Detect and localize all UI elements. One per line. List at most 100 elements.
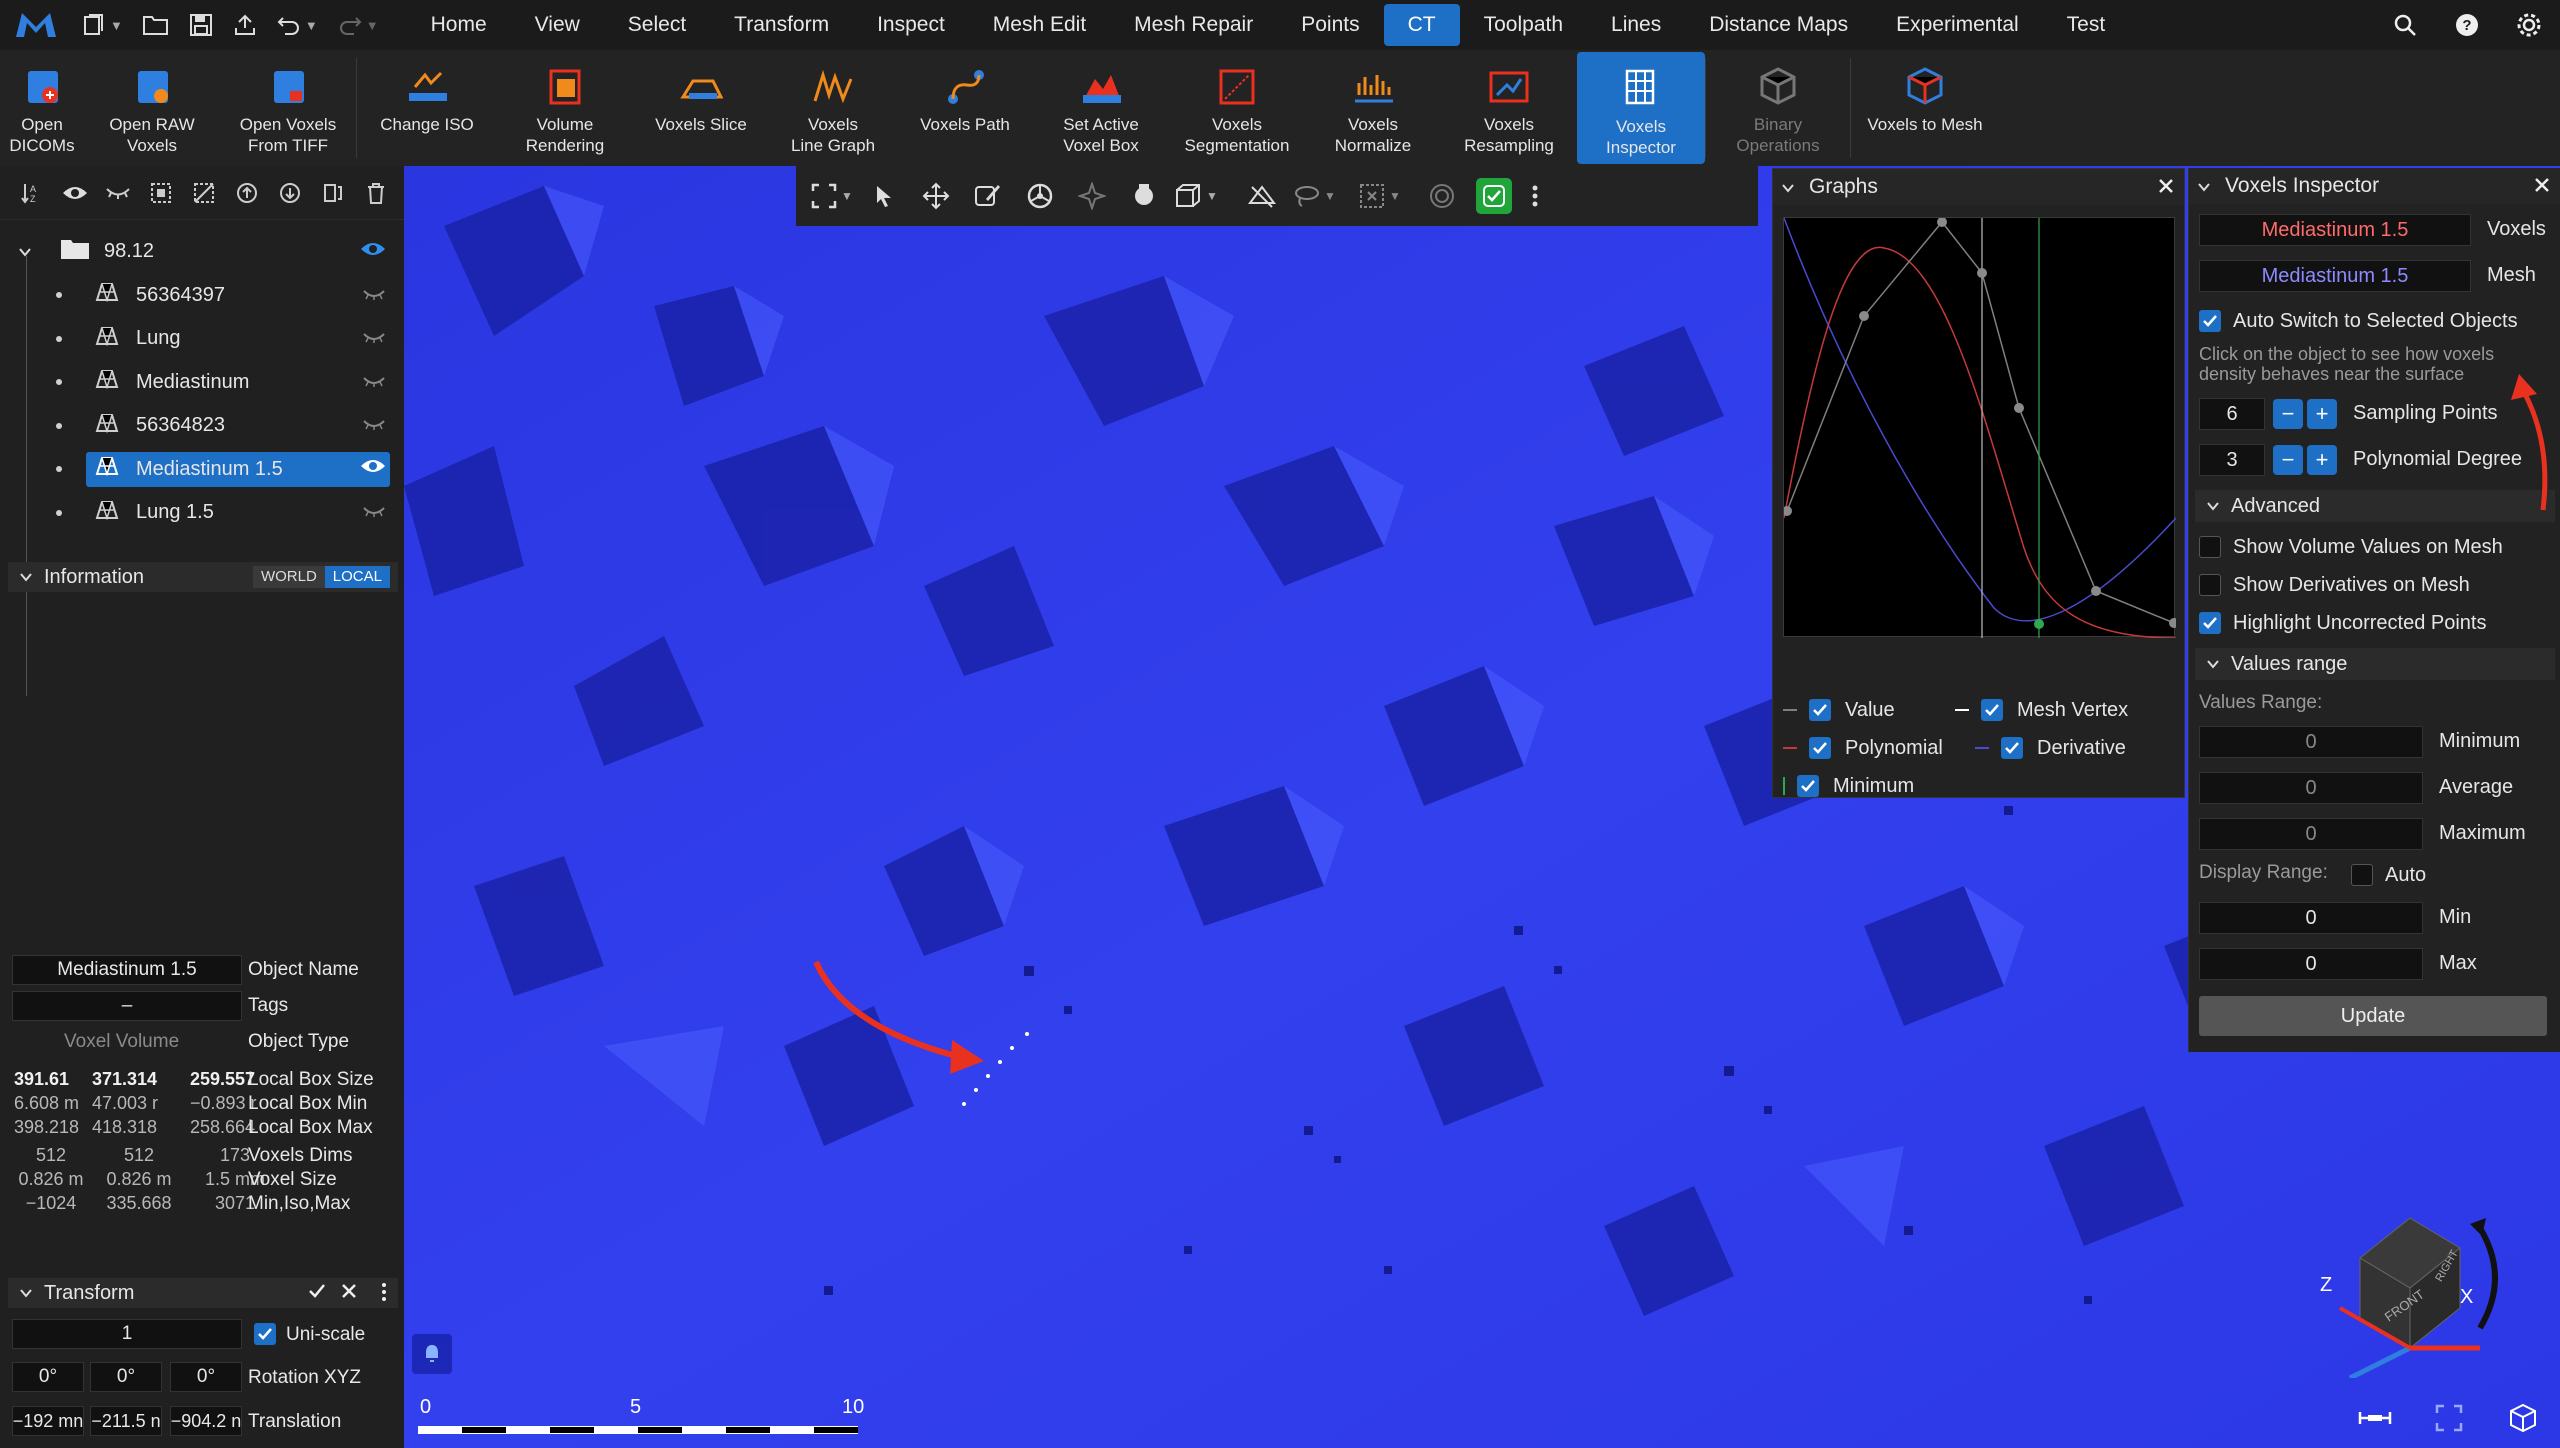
more-vertical-icon[interactable]	[380, 1282, 388, 1308]
sampling-increment-button[interactable]: +	[2307, 399, 2337, 429]
hidden-eye-icon[interactable]	[362, 371, 386, 394]
sampling-decrement-button[interactable]: −	[2273, 399, 2303, 429]
active-check-icon[interactable]	[1468, 166, 1520, 226]
translation-field[interactable]: −192 mn	[12, 1406, 84, 1436]
save-icon[interactable]	[179, 0, 223, 50]
world-toggle[interactable]: WORLD	[252, 566, 325, 588]
view-cube-icon[interactable]: ▼	[1170, 166, 1222, 226]
lasso-icon[interactable]: ▼	[1288, 166, 1340, 226]
legend-checkbox[interactable]	[1981, 699, 2003, 721]
legend-item[interactable]: Polynomial	[1783, 733, 1943, 763]
undo-icon[interactable]: ▼	[267, 0, 328, 50]
tree-item[interactable]: 56364397	[0, 274, 404, 318]
object-name-field[interactable]: Mediastinum 1.5	[12, 955, 242, 985]
inspector-button[interactable]: Voxels Inspector	[1577, 52, 1705, 164]
settings-gear-icon[interactable]	[2498, 0, 2560, 50]
tree-item[interactable]: Mediastinum 1.5	[0, 448, 404, 492]
tree-item[interactable]: Lung 1.5	[0, 491, 404, 535]
update-button[interactable]: Update	[2199, 996, 2547, 1036]
menu-mesh-repair[interactable]: Mesh Repair	[1110, 4, 1277, 46]
mesh-object-field[interactable]: Mediastinum 1.5	[2199, 260, 2471, 292]
legend-checkbox[interactable]	[1797, 775, 1819, 797]
app-logo-icon[interactable]	[0, 0, 72, 50]
highlight-uncorrected-checkbox[interactable]	[2199, 612, 2221, 634]
transform-header[interactable]: Transform	[8, 1278, 398, 1308]
voxels-path-button[interactable]: Voxels Path	[897, 50, 1033, 166]
measure-icon[interactable]	[2338, 1388, 2412, 1448]
display-min-field[interactable]: 0	[2199, 902, 2423, 934]
show-volume-checkbox[interactable]	[2199, 536, 2221, 558]
cancel-x-icon[interactable]	[340, 1282, 358, 1306]
voxel-box-button[interactable]: Set Active Voxel Box	[1033, 50, 1169, 166]
notification-bell-icon[interactable]	[412, 1334, 452, 1374]
sort-icon[interactable]: AZ	[10, 166, 53, 220]
tree-item[interactable]: Lung	[0, 317, 404, 361]
menu-experimental[interactable]: Experimental	[1872, 4, 2043, 46]
steering-icon[interactable]	[1014, 166, 1066, 226]
more-options-icon[interactable]	[1520, 166, 1550, 226]
export-icon[interactable]	[223, 0, 267, 50]
open-folder-icon[interactable]	[133, 0, 179, 50]
graphs-title-bar[interactable]: Graphs	[1773, 169, 2184, 205]
voxels-object-field[interactable]: Mediastinum 1.5	[2199, 214, 2471, 246]
menu-transform[interactable]: Transform	[710, 4, 853, 46]
line-graph-button[interactable]: Voxels Line Graph	[769, 50, 897, 166]
segmentation-button[interactable]: Voxels Segmentation	[1169, 50, 1305, 166]
hidden-eye-icon[interactable]	[362, 414, 386, 437]
split-icon[interactable]	[311, 166, 354, 220]
tags-field[interactable]: –	[12, 991, 242, 1021]
menu-lines[interactable]: Lines	[1587, 4, 1685, 46]
auto-checkbox[interactable]	[2351, 864, 2373, 886]
menu-test[interactable]: Test	[2043, 4, 2130, 46]
move-up-icon[interactable]	[225, 166, 268, 220]
hidden-eye-icon[interactable]	[362, 284, 386, 307]
translation-field[interactable]: −904.2 n	[170, 1406, 242, 1436]
open-raw-voxels-button[interactable]: Open RAW Voxels	[84, 50, 220, 166]
voxels-to-mesh-button[interactable]: Voxels to Mesh	[1851, 50, 1999, 166]
information-header[interactable]: Information WORLD LOCAL	[8, 562, 398, 592]
edit-brush-icon[interactable]	[962, 166, 1014, 226]
uniscale-checkbox[interactable]	[254, 1323, 276, 1345]
rotation-field[interactable]: 0°	[12, 1362, 84, 1392]
mesh-star-icon[interactable]	[1066, 166, 1118, 226]
target-icon[interactable]	[1416, 166, 1468, 226]
tree-item-root[interactable]: 98.12	[0, 230, 404, 274]
fit-view-icon[interactable]: ▼	[806, 166, 858, 226]
legend-checkbox[interactable]	[2001, 737, 2023, 759]
select-all-icon[interactable]	[139, 166, 182, 220]
chevron-down-icon[interactable]	[18, 240, 32, 263]
values-range-header[interactable]: Values range	[2195, 648, 2555, 680]
show-derivatives-checkbox[interactable]	[2199, 574, 2221, 596]
focus-frame-icon[interactable]	[2412, 1388, 2486, 1448]
change-iso-button[interactable]: Change ISO	[357, 50, 497, 166]
box-select-icon[interactable]: ▼	[1354, 166, 1406, 226]
open-tiff-button[interactable]: Open Voxels From TIFF	[220, 50, 356, 166]
deselect-icon[interactable]	[182, 166, 225, 220]
visibility-eye-icon[interactable]	[360, 457, 386, 481]
polynomial-degree-field[interactable]: 3	[2199, 444, 2265, 476]
projection-cube-icon[interactable]	[2486, 1388, 2560, 1448]
visibility-eye-icon[interactable]	[360, 240, 386, 264]
scale-field[interactable]: 1	[12, 1319, 242, 1349]
legend-item[interactable]: Derivative	[1975, 733, 2126, 763]
binary-operations-button[interactable]: Binary Operations	[1706, 50, 1850, 166]
select-pointer-icon[interactable]	[858, 166, 910, 226]
menu-toolpath[interactable]: Toolpath	[1460, 4, 1587, 46]
rotation-field[interactable]: 0°	[170, 1362, 242, 1392]
inspector-title-bar[interactable]: Voxels Inspector	[2189, 168, 2560, 204]
close-icon[interactable]	[2534, 173, 2550, 199]
redo-icon[interactable]: ▼	[328, 0, 389, 50]
normalize-button[interactable]: Voxels Normalize	[1305, 50, 1441, 166]
new-file-icon[interactable]: ▼	[72, 0, 133, 50]
search-icon[interactable]	[2374, 0, 2436, 50]
legend-checkbox[interactable]	[1809, 699, 1831, 721]
menu-distance-maps[interactable]: Distance Maps	[1685, 4, 1872, 46]
volume-rendering-button[interactable]: Volume Rendering	[497, 50, 633, 166]
auto-switch-checkbox[interactable]	[2199, 310, 2221, 332]
hidden-eye-icon[interactable]	[362, 501, 386, 524]
display-max-field[interactable]: 0	[2199, 948, 2423, 980]
hidden-eye-icon[interactable]	[362, 327, 386, 350]
menu-points[interactable]: Points	[1277, 4, 1383, 46]
close-icon[interactable]	[2158, 174, 2174, 200]
sampling-points-field[interactable]: 6	[2199, 398, 2265, 430]
